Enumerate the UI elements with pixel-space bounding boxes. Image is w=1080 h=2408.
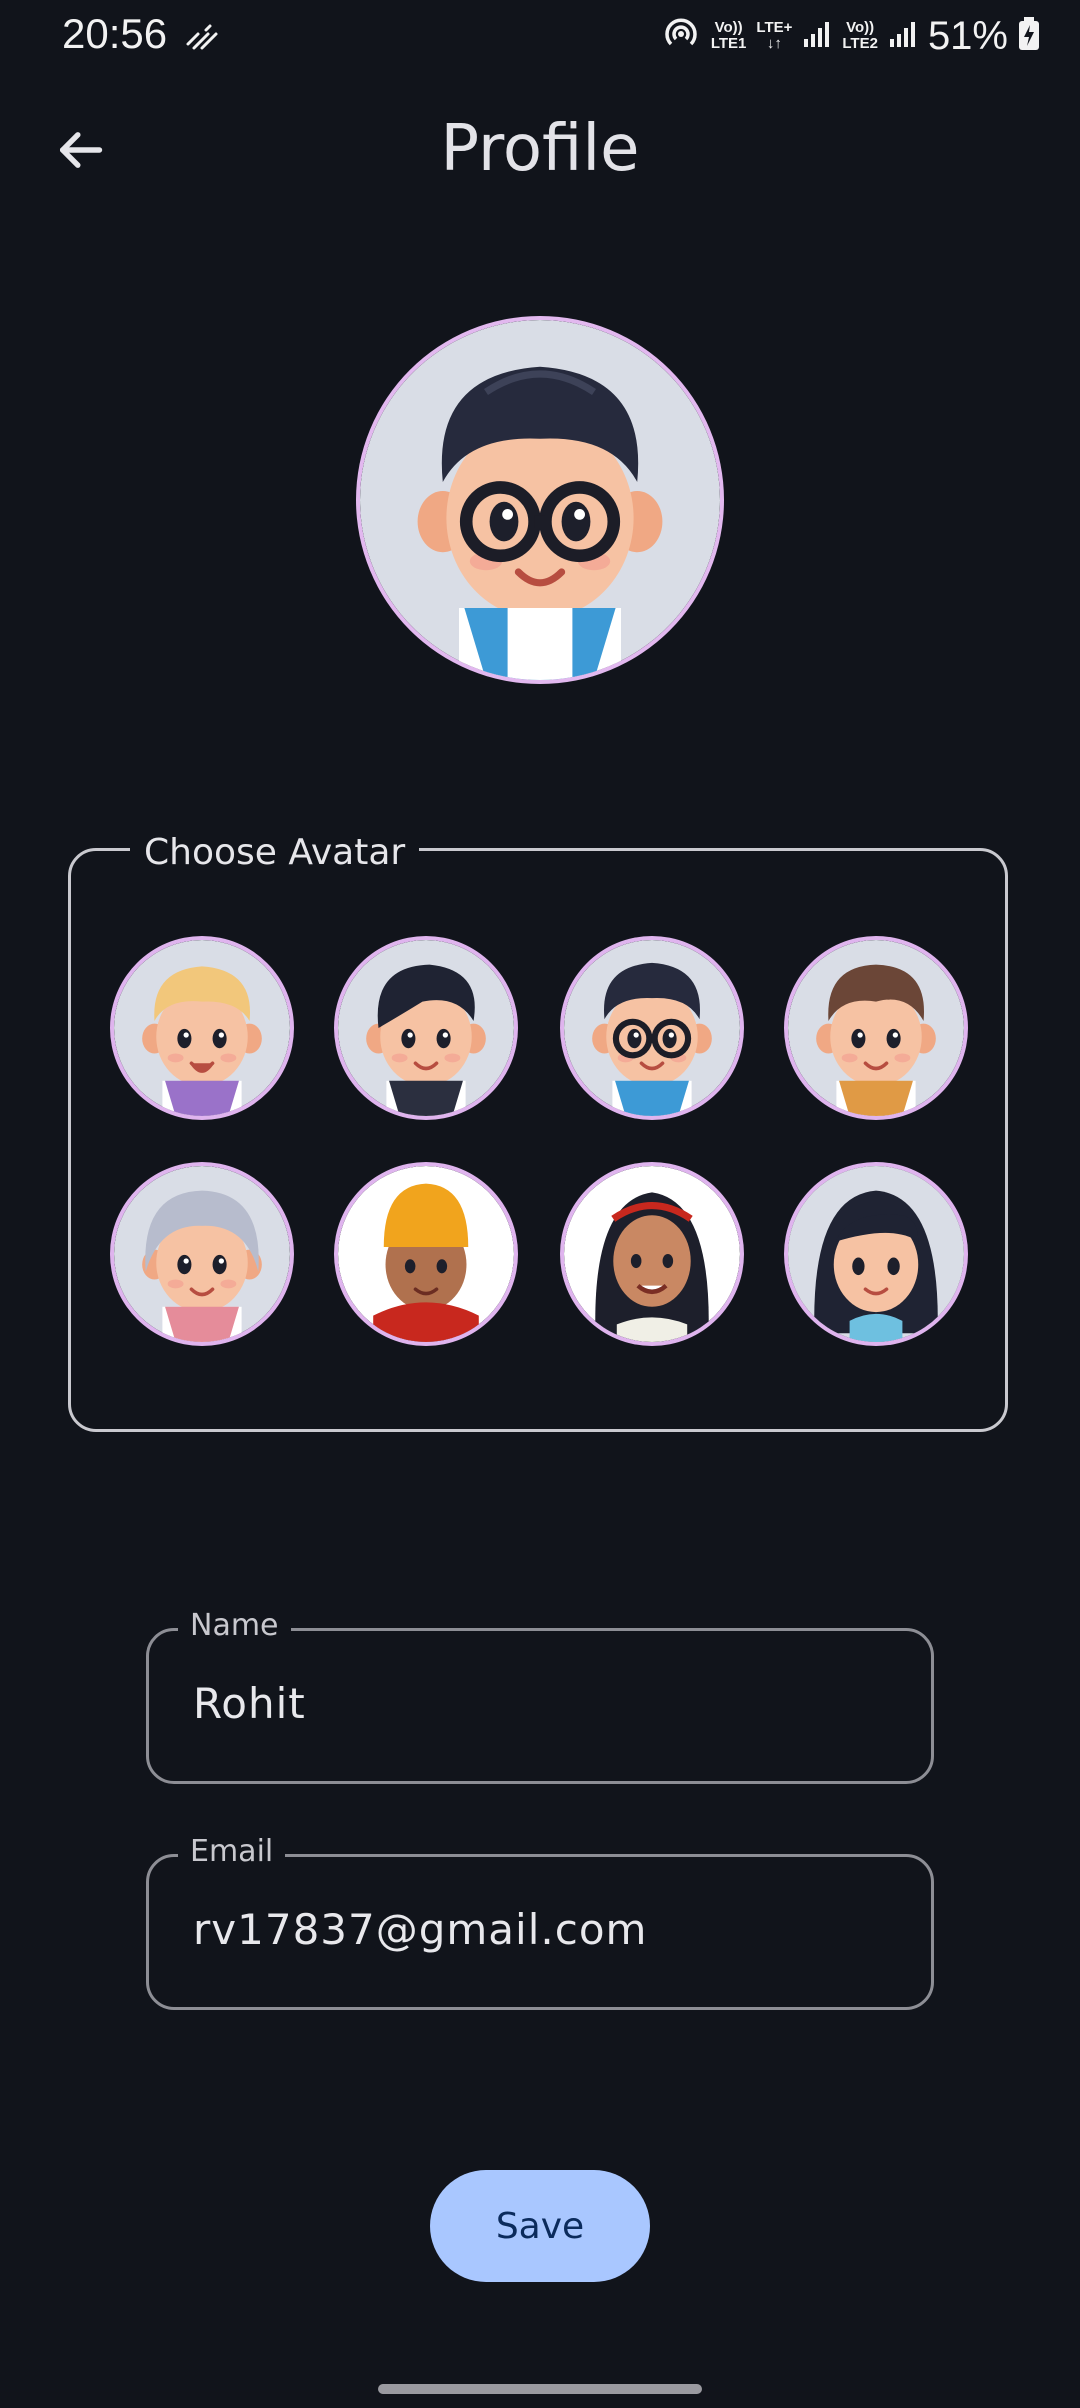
name-input-value[interactable]: Rohit: [193, 1679, 306, 1728]
signal-icon-sim2: [888, 19, 918, 53]
data-arrows-icon: ↓↑: [766, 35, 782, 52]
avatar-option-6[interactable]: [338, 1166, 514, 1342]
choose-avatar-panel: [68, 848, 1008, 1432]
avatar-option-2[interactable]: [338, 940, 514, 1116]
name-field[interactable]: Rohit: [146, 1628, 934, 1784]
avatar-option-1[interactable]: [114, 940, 290, 1116]
selected-avatar: [360, 320, 720, 680]
avatar-option-3[interactable]: [564, 940, 740, 1116]
network-type-label: LTE+: [756, 19, 793, 36]
network-type: LTE+ ↓↑: [756, 20, 792, 52]
avatar-option-7[interactable]: [564, 1166, 740, 1342]
sim2-name: LTE2: [842, 35, 878, 52]
battery-charging-icon: [1018, 17, 1040, 55]
status-bar: 20:56 Vo)) LTE1 LTE+ ↓↑ Vo)) LTE2 51%: [0, 0, 1080, 72]
email-input-value[interactable]: rv17837@gmail.com: [193, 1905, 647, 1954]
email-field[interactable]: rv17837@gmail.com: [146, 1854, 934, 2010]
avatar-option-8[interactable]: [788, 1166, 964, 1342]
save-button[interactable]: Save: [430, 2170, 650, 2282]
sim1-volte: Vo)): [714, 19, 743, 36]
page-title: Profile: [440, 112, 640, 186]
sim1-label: Vo)) LTE1: [711, 20, 747, 52]
battery-level: 51%: [927, 13, 1008, 58]
email-field-label: Email: [178, 1834, 286, 1869]
data-saver-icon: [184, 22, 220, 52]
status-time: 20:56: [62, 10, 168, 57]
sim2-volte: Vo)): [846, 19, 875, 36]
choose-avatar-label: Choose Avatar: [130, 832, 420, 873]
hotspot-icon: [661, 14, 701, 58]
avatar-option-4[interactable]: [788, 940, 964, 1116]
avatar-option-5[interactable]: [114, 1166, 290, 1342]
name-field-label: Name: [178, 1608, 291, 1643]
status-icons: Vo)) LTE1 LTE+ ↓↑ Vo)) LTE2 51%: [661, 10, 1040, 62]
sim1-name: LTE1: [710, 35, 747, 52]
sim2-label: Vo)) LTE2: [842, 20, 878, 52]
signal-icon-sim1: [802, 19, 832, 53]
save-button-label: Save: [495, 2205, 585, 2247]
home-indicator[interactable]: [378, 2384, 702, 2394]
